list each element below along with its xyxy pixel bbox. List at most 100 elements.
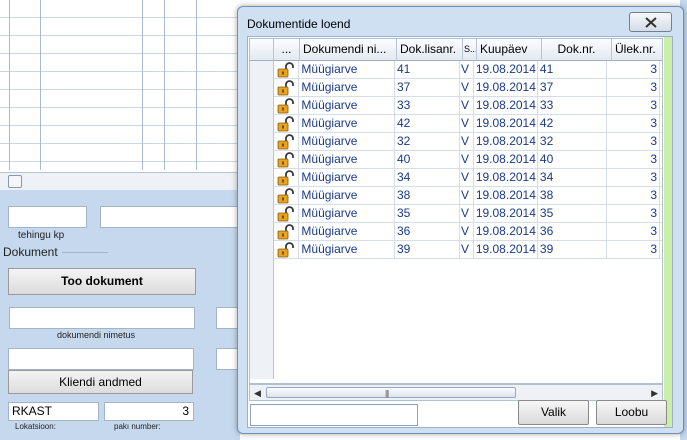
table-body: Müügiarve41V19.08.2014413AMüügiarve37V19… [250,61,662,259]
package-number-input[interactable]: 3 [104,402,194,421]
cell-status: V [460,187,474,205]
client-data-button[interactable]: Kliendi andmed [8,370,193,394]
cell-doc-number: 34 [538,169,607,187]
scrollbar-thumb[interactable] [8,175,22,188]
background-scrollbar[interactable] [0,172,240,190]
select-button[interactable]: Valik [518,400,589,425]
column-header-doc-number[interactable]: Dok.nr. [542,39,612,61]
table-row[interactable]: Müügiarve34V19.08.2014343K [250,169,662,187]
cell-document-name: Müügiarve [299,115,395,133]
row-selector[interactable] [250,133,274,151]
grid-divider [40,0,41,170]
section-divider [62,252,108,253]
cell-doc-number: 38 [538,187,607,205]
scrollbar-thumb[interactable]: ||| [266,387,516,398]
grid-divider [9,0,10,170]
cell-date: 19.08.2014 [474,151,538,169]
table-row[interactable]: Müügiarve33V19.08.2014333K [250,97,662,115]
document-name-label: dokumendi nimetus [57,330,136,340]
row-selector[interactable] [250,205,274,223]
document-list-dialog: Dokumentide loend ... Dokumendi ni... Do… [237,6,684,434]
unlocked-padlock-icon [274,205,300,223]
cell-status: V [460,205,474,223]
unlocked-padlock-icon [274,79,300,97]
cell-status: V [460,241,474,259]
cell-document-name: Müügiarve [299,133,395,151]
column-header-document-name[interactable]: Dokumendi ni... [300,39,397,61]
cell-doc-number: 32 [538,133,607,151]
row-selector[interactable] [250,241,274,259]
cell-document-name: Müügiarve [299,97,395,115]
unlocked-padlock-icon [274,115,300,133]
row-selector[interactable] [250,223,274,241]
cell-extra: K [660,115,662,133]
horizontal-scrollbar[interactable]: ◀ ||| ▶ [249,384,663,401]
unlocked-padlock-icon [274,187,300,205]
table-row[interactable]: Müügiarve41V19.08.2014413A [250,61,662,79]
fetch-document-button[interactable]: Too dokument [8,268,196,295]
column-header-transfer-number[interactable]: Ülek.nr. [612,39,662,61]
cell-date: 19.08.2014 [474,223,538,241]
transaction-date-input[interactable] [8,206,87,228]
filter-input[interactable] [250,404,418,426]
cell-date: 19.08.2014 [474,115,538,133]
cell-date: 19.08.2014 [474,187,538,205]
row-selector[interactable] [250,61,274,79]
column-header-status[interactable]: S... [463,39,477,61]
cell-document-name: Müügiarve [299,151,395,169]
column-header-icon[interactable]: ... [274,39,300,61]
row-selector-column [250,259,274,379]
header-selector [250,39,274,61]
table-row[interactable]: Müügiarve36V19.08.2014363F [250,223,662,241]
cell-document-name: Müügiarve [299,223,395,241]
cell-status: V [460,151,474,169]
transaction-date-label: tehingu kp [18,230,65,241]
table-row[interactable]: Müügiarve37V19.08.2014373E [250,79,662,97]
table-row[interactable]: Müügiarve40V19.08.2014403K [250,151,662,169]
cell-transfer-number: 3 [607,187,661,205]
unlocked-padlock-icon [274,241,300,259]
cell-extra: E [660,79,662,97]
background-text-input[interactable] [100,206,240,228]
cell-status: V [460,169,474,187]
column-header-date[interactable]: Kuupäev [477,39,542,61]
scroll-right-icon[interactable]: ▶ [651,388,658,399]
table-header: ... Dokumendi ni... Dok.lisanr. S... Kuu… [250,39,662,61]
table-row[interactable]: Müügiarve39V19.08.2014393F [250,241,662,259]
cell-transfer-number: 3 [607,115,661,133]
cell-doc-number: 33 [538,97,607,115]
row-selector[interactable] [250,97,274,115]
table-row[interactable]: Müügiarve35V19.08.2014353M [250,205,662,223]
close-button[interactable] [629,12,672,32]
column-header-doc-extra-number[interactable]: Dok.lisanr. [397,39,463,61]
cell-status: V [460,97,474,115]
cell-doc-extra-number: 35 [395,205,460,223]
cell-doc-number: 36 [538,223,607,241]
grid-divider [142,0,143,170]
row-selector[interactable] [250,79,274,97]
row-selector[interactable] [250,115,274,133]
cell-document-name: Müügiarve [299,241,395,259]
client-input[interactable] [8,348,194,370]
document-name-input[interactable] [9,307,195,329]
cell-date: 19.08.2014 [474,61,538,79]
row-selector[interactable] [250,151,274,169]
row-selector[interactable] [250,187,274,205]
grid-divider [164,0,165,170]
location-input[interactable]: RKAST [8,402,99,421]
table-row[interactable]: Müügiarve32V19.08.2014323K [250,133,662,151]
cell-document-name: Müügiarve [299,205,395,223]
cell-date: 19.08.2014 [474,79,538,97]
cancel-button[interactable]: Loobu [596,400,667,425]
row-selector[interactable] [250,169,274,187]
unlocked-padlock-icon [274,133,300,151]
accent-bar [664,37,672,427]
table-row[interactable]: Müügiarve42V19.08.2014423K [250,115,662,133]
table-row[interactable]: Müügiarve38V19.08.2014383L [250,187,662,205]
cell-doc-number: 35 [538,205,607,223]
grid-divider [196,0,197,170]
cell-doc-extra-number: 34 [395,169,460,187]
unlocked-padlock-icon [274,151,300,169]
cell-transfer-number: 3 [607,61,661,79]
scroll-left-icon[interactable]: ◀ [254,388,261,399]
